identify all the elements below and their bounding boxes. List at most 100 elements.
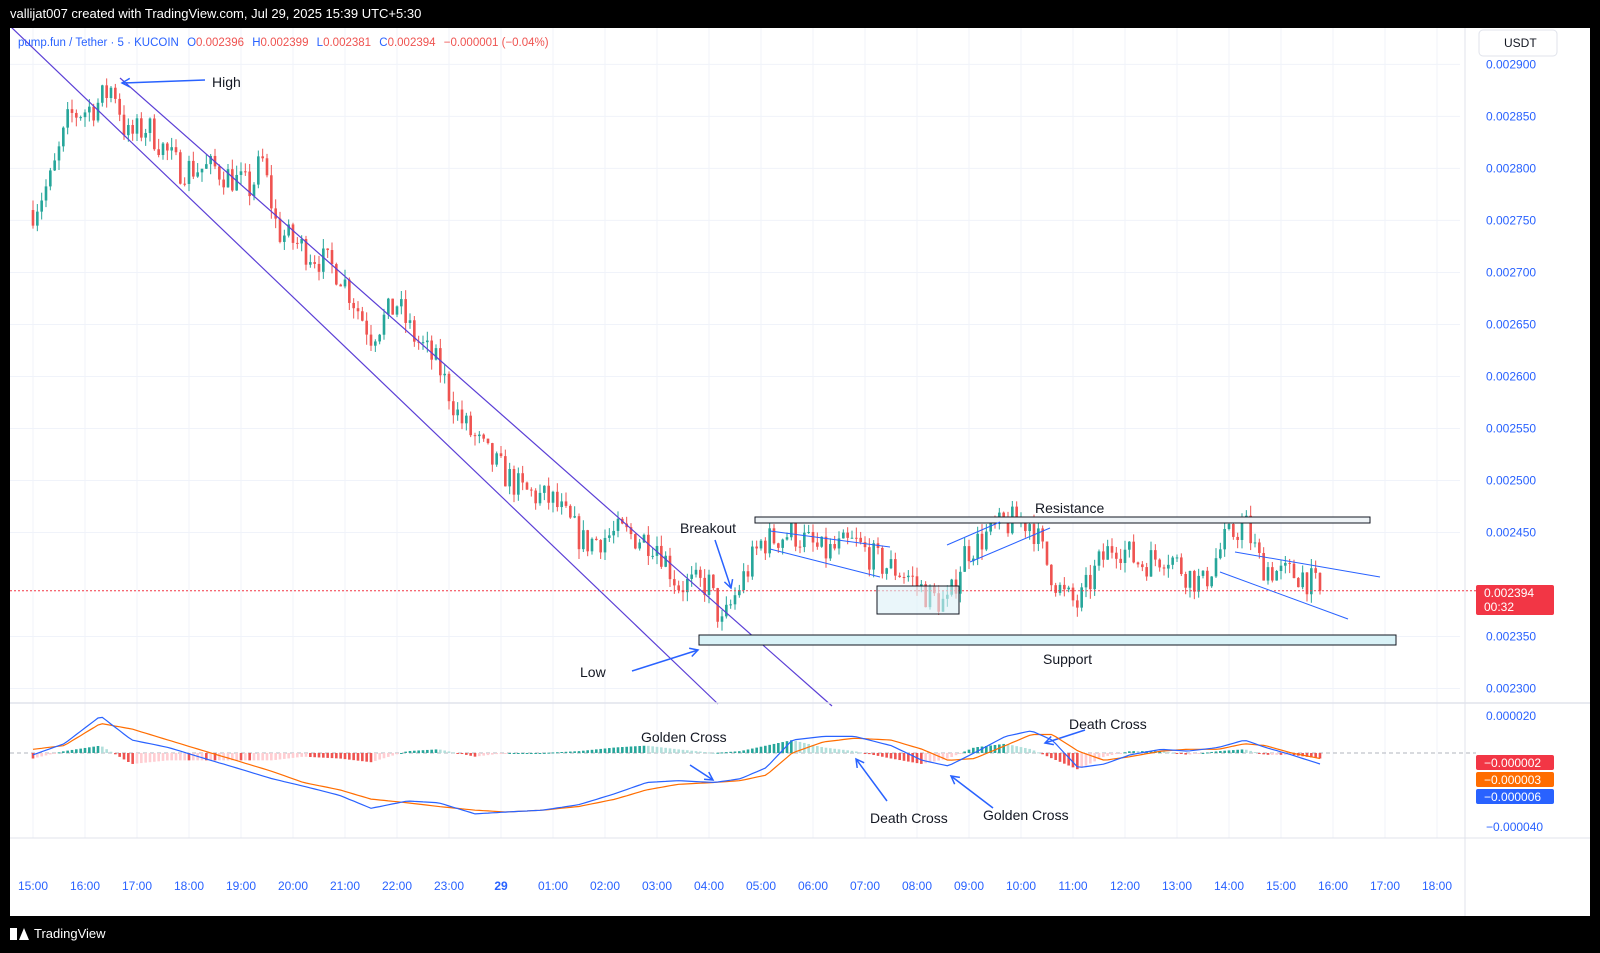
candle-body <box>712 574 715 589</box>
y-tick-label: 0.002450 <box>1486 525 1536 539</box>
candle-body <box>1288 562 1291 564</box>
candle-body <box>829 544 832 559</box>
macd-hist-bar <box>157 752 160 762</box>
trading-chart[interactable]: 0.002900 0.002850 0.002800 0.002750 0.002700… <box>10 28 1590 916</box>
macd-hist-bar <box>577 751 581 753</box>
candle-body <box>1128 541 1131 550</box>
arrow-death-cross-1 <box>855 757 888 802</box>
macd-hist-bar <box>131 752 134 764</box>
macd-hist-bar <box>1110 752 1114 756</box>
macd-hist-bar <box>88 747 91 753</box>
macd-hist-bar <box>144 752 147 763</box>
candle-body <box>967 546 971 562</box>
candle-body <box>1188 570 1192 588</box>
candle-body <box>36 211 39 226</box>
macd-hist-bar <box>1197 752 1200 754</box>
candle-body <box>257 156 260 185</box>
candle-body <box>573 516 576 518</box>
macd-hist-bar <box>135 752 139 764</box>
chart-panel[interactable]: 0.002900 0.002850 0.002800 0.002750 0.002700… <box>10 28 1590 916</box>
candle-body <box>88 106 91 113</box>
candle-body <box>1149 550 1153 577</box>
macd-hist-bar <box>473 752 477 757</box>
candle-body <box>161 143 165 156</box>
legend[interactable]: pump.fun / Tether · 5 · KUCOIN O0.002396… <box>18 37 549 49</box>
macd-hist-bar <box>690 750 693 753</box>
candle-body <box>222 179 225 188</box>
y-tick-label: 0.002300 <box>1486 682 1536 696</box>
macd-hist-bar <box>798 741 802 753</box>
candle-body <box>369 334 373 346</box>
macd-hist-bar <box>768 744 771 753</box>
macd-hist-bar <box>1123 752 1127 754</box>
candle-body <box>608 535 611 538</box>
candle-body <box>985 531 988 550</box>
candle-body <box>343 279 347 287</box>
candle-body <box>850 537 854 539</box>
support-zone <box>698 634 1397 646</box>
macd-hist-bar <box>1058 752 1062 762</box>
candle-body <box>846 532 849 538</box>
macd-line-tag-value: −0.000006 <box>1484 790 1541 804</box>
candle-body <box>1297 578 1300 588</box>
macd-hist-bar <box>538 752 542 754</box>
macd-hist-bar <box>183 752 186 761</box>
macd-hist-bar <box>846 750 849 753</box>
macd-hist-bar <box>660 747 663 753</box>
candle-body <box>859 537 862 543</box>
candle-body <box>833 544 836 549</box>
macd-hist-bar <box>1180 752 1183 754</box>
macd-pane <box>10 716 1476 815</box>
macd-hist-bar <box>261 752 264 761</box>
macd-hist-bar <box>651 746 654 753</box>
macd-hist-bar <box>1050 752 1053 759</box>
macd-hist-bar <box>482 752 485 756</box>
candle-body <box>231 169 234 191</box>
x-tick-label: 16:00 <box>70 879 100 893</box>
candle-body <box>218 166 221 180</box>
candle-body <box>1145 567 1148 577</box>
macd-hist-bar <box>1266 752 1270 755</box>
x-tick-label: 13:00 <box>1162 879 1192 893</box>
candle-body <box>153 118 156 150</box>
macd-hist-bar <box>1271 752 1274 755</box>
macd-hist-bar <box>1275 752 1278 755</box>
candle-body <box>75 112 78 118</box>
macd-hist-bar <box>174 752 178 761</box>
candle-body <box>694 569 698 575</box>
candles <box>31 78 1322 631</box>
macd-hist-bar <box>837 749 841 753</box>
macd-hist-bar <box>486 752 490 756</box>
candle-body <box>148 118 152 133</box>
footer: TradingView <box>10 926 106 941</box>
candle-body <box>92 106 95 121</box>
candle-body <box>733 595 737 605</box>
macd-hist-bar <box>421 750 425 753</box>
x-tick-label: 18:00 <box>1422 879 1452 893</box>
candle-body <box>187 160 191 184</box>
macd-hist-bar <box>634 746 637 753</box>
macd-hist-bar <box>179 752 182 761</box>
candle-body <box>1279 565 1283 571</box>
macd-hist-bar <box>1279 752 1283 755</box>
candle-body <box>668 555 672 580</box>
candle-body <box>872 543 875 570</box>
candle-body <box>980 533 984 550</box>
candle-body <box>612 530 615 536</box>
macd-hist-bar <box>842 749 845 753</box>
macd-hist-bar <box>738 751 741 753</box>
candle-body <box>348 279 351 303</box>
candle-body <box>1132 541 1135 563</box>
candle-body <box>421 342 425 344</box>
candle-body <box>1214 558 1218 577</box>
candle-body <box>1184 574 1187 588</box>
x-tick-label: 03:00 <box>642 879 672 893</box>
macd-hist-bar <box>582 750 585 753</box>
macd-hist-bar <box>439 749 442 753</box>
macd-hist-bar <box>746 749 750 753</box>
candle-body <box>1314 568 1317 573</box>
candle-body <box>1210 576 1213 587</box>
candle-body <box>395 306 399 315</box>
macd-hist-bar <box>57 752 61 754</box>
macd-hist-bar <box>686 750 689 753</box>
